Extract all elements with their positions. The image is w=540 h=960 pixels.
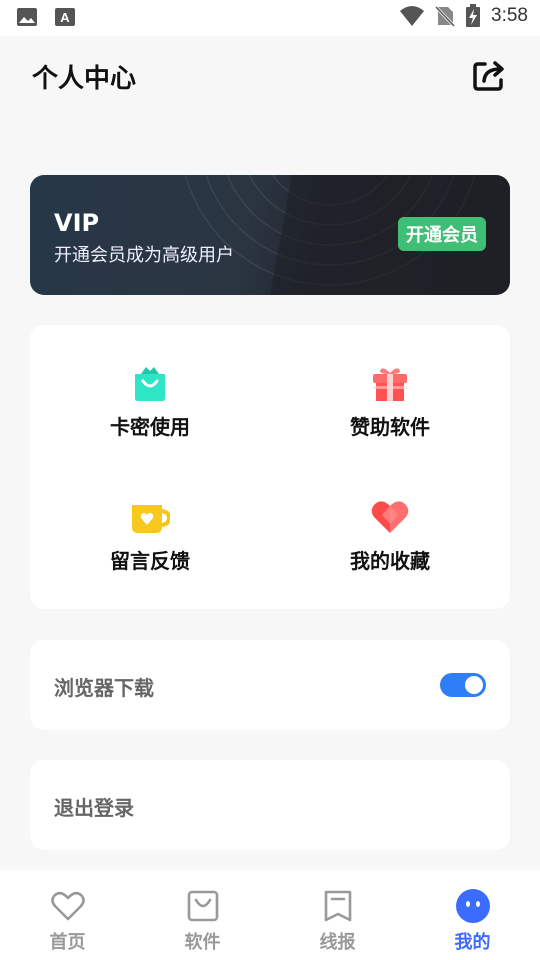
toggle-knob xyxy=(465,676,483,694)
open-membership-button[interactable]: 开通会员 xyxy=(398,217,486,251)
bottom-nav: 首页 软件 线报 我的 xyxy=(0,870,540,960)
logout-label: 退出登录 xyxy=(54,796,134,820)
battery-charging-icon xyxy=(466,4,481,27)
vip-subtitle: 开通会员成为高级用户 xyxy=(54,245,234,266)
grid-item-feedback[interactable]: 留言反馈 xyxy=(30,465,270,595)
heart-icon xyxy=(371,501,409,533)
nav-label: 线报 xyxy=(319,932,356,953)
face-icon xyxy=(456,889,490,923)
vip-title: VIP xyxy=(54,209,100,237)
status-bar: A 3:58 xyxy=(0,0,540,36)
logout-row[interactable]: 退出登录 xyxy=(30,760,510,850)
nav-item-mine[interactable]: 我的 xyxy=(405,870,540,960)
mug-icon xyxy=(132,505,170,533)
no-sim-icon xyxy=(435,5,456,27)
image-icon xyxy=(17,8,37,26)
svg-text:A: A xyxy=(60,10,70,25)
gift-icon xyxy=(373,368,407,401)
nav-item-news[interactable]: 线报 xyxy=(270,870,405,960)
grid-item-sponsor[interactable]: 赞助软件 xyxy=(270,325,510,455)
grid-item-favorites[interactable]: 我的收藏 xyxy=(270,465,510,595)
bookmark-outline-icon xyxy=(324,890,352,922)
shopping-bag-icon xyxy=(135,367,165,401)
page-title: 个人中心 xyxy=(32,64,137,94)
nav-item-home[interactable]: 首页 xyxy=(0,870,135,960)
bag-outline-icon xyxy=(187,890,219,922)
grid-item-label: 卡密使用 xyxy=(110,415,190,439)
share-icon[interactable] xyxy=(470,56,508,94)
browser-download-toggle[interactable] xyxy=(440,673,486,697)
nav-label: 软件 xyxy=(184,932,221,953)
feature-grid: 卡密使用 赞助软件 留言反馈 我的收藏 xyxy=(30,325,510,609)
nav-label: 首页 xyxy=(49,932,86,953)
browser-download-row: 浏览器下载 xyxy=(30,640,510,730)
grid-item-label: 我的收藏 xyxy=(350,549,430,573)
heart-outline-icon xyxy=(51,891,85,921)
grid-item-card-key[interactable]: 卡密使用 xyxy=(30,325,270,455)
clock: 3:58 xyxy=(491,5,528,26)
wifi-icon xyxy=(400,6,425,26)
nav-label: 我的 xyxy=(454,932,491,953)
browser-download-label: 浏览器下载 xyxy=(54,676,154,700)
text-a-icon: A xyxy=(55,8,75,26)
nav-item-software[interactable]: 软件 xyxy=(135,870,270,960)
grid-item-label: 留言反馈 xyxy=(110,549,190,573)
grid-item-label: 赞助软件 xyxy=(350,415,430,439)
vip-card[interactable]: VIP 开通会员成为高级用户 开通会员 xyxy=(30,175,510,295)
